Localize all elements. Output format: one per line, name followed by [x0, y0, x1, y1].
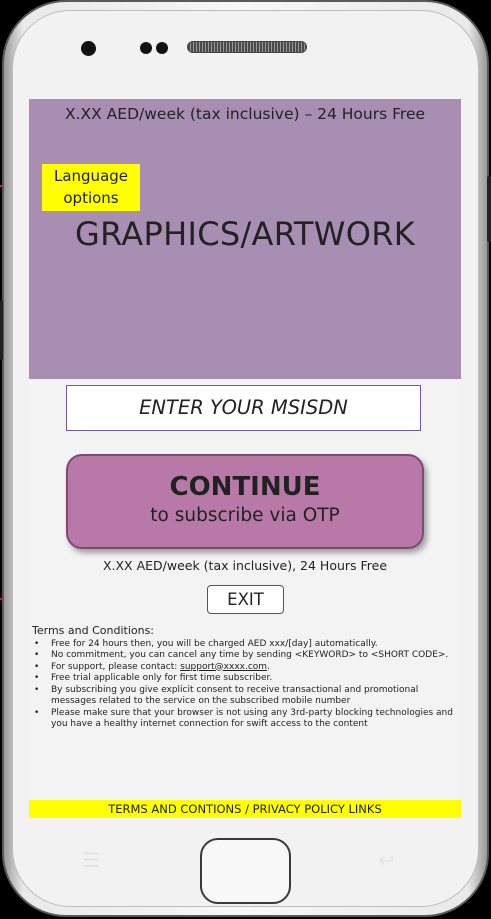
back-icon: ↩ — [378, 848, 395, 872]
menu-icon: ☰ — [82, 848, 100, 872]
terms-privacy-links[interactable]: TERMS AND CONTIONS / PRIVACY POLICY LINK… — [29, 800, 461, 818]
artwork-banner: X.XX AED/week (tax inclusive) – 24 Hours… — [29, 99, 461, 379]
terms-item: Please make sure that your browser is no… — [34, 708, 460, 731]
continue-button-subtitle: to subscribe via OTP — [150, 505, 340, 526]
sensor-icon — [140, 42, 152, 54]
terms-item: For support, please contact: support@xxx… — [34, 661, 460, 674]
terms-item: No commitment, you can cancel any time b… — [34, 650, 460, 662]
language-options[interactable]: Language options — [42, 164, 140, 211]
camera-icon — [81, 41, 96, 56]
side-volume-button — [487, 176, 491, 242]
terms-section: Terms and Conditions: Free for 24 hours … — [32, 625, 460, 731]
phone-screen: X.XX AED/week (tax inclusive) – 24 Hours… — [29, 99, 461, 821]
terms-item: Free trial applicable only for first tim… — [34, 673, 460, 685]
exit-button[interactable]: EXIT — [207, 585, 284, 614]
price-text-bottom: X.XX AED/week (tax inclusive), 24 Hours … — [102, 558, 388, 573]
continue-button-title: CONTINUE — [169, 472, 321, 502]
terms-item-text: For support, please contact: — [51, 661, 181, 672]
speaker-grille-icon — [187, 41, 307, 53]
continue-button[interactable]: CONTINUE to subscribe via OTP — [66, 454, 424, 549]
terms-item: By subscribing you give explicit consent… — [34, 685, 460, 708]
terms-list: Free for 24 hours then, you will be char… — [32, 639, 460, 731]
side-power-button — [0, 300, 3, 360]
artwork-placeholder: GRAPHICS/ARTWORK — [74, 215, 416, 253]
sensor-icon — [156, 42, 168, 54]
home-button[interactable] — [200, 838, 291, 904]
terms-item: Free for 24 hours then, you will be char… — [34, 639, 460, 651]
support-email-link[interactable]: support@xxxx.com — [180, 662, 267, 672]
price-text-top: X.XX AED/week (tax inclusive) – 24 Hours… — [64, 105, 426, 123]
msisdn-input[interactable]: ENTER YOUR MSISDN — [66, 385, 421, 431]
terms-title: Terms and Conditions: — [32, 624, 155, 637]
